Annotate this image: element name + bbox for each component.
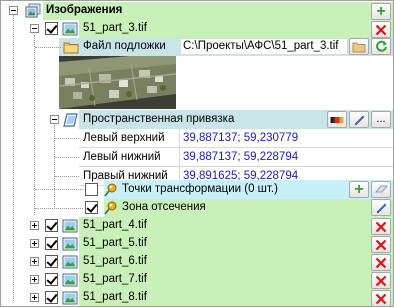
tree-node-image[interactable]: 51_part_6.tif xyxy=(1,253,393,271)
image-icon xyxy=(62,254,78,270)
image-thumbnail xyxy=(59,56,176,109)
background-file-row: Файл подложки C:\Проекты\АФС\51_part_3.t… xyxy=(1,38,393,56)
corner-row-bottom-left: Левый нижний 39,887137; 59,228794 xyxy=(1,148,393,167)
tree-node-root[interactable]: Изображения + xyxy=(1,2,393,20)
georef-label: Пространственная привязка xyxy=(83,113,235,125)
browse-file-button[interactable] xyxy=(349,38,369,55)
add-point-button[interactable]: + xyxy=(349,181,369,198)
delete-icon xyxy=(375,293,387,304)
delete-icon xyxy=(375,221,387,232)
expand-toggle[interactable] xyxy=(30,293,39,302)
transform-points-checkbox[interactable] xyxy=(85,183,98,196)
image-icon xyxy=(62,21,78,37)
edit-georef-button[interactable] xyxy=(349,111,369,128)
visibility-checkbox[interactable] xyxy=(45,291,58,304)
transform-points-node[interactable]: Точки трансформации (0 шт.) + xyxy=(1,180,393,199)
image-icon xyxy=(62,272,78,288)
pencil-icon xyxy=(376,203,386,214)
visibility-checkbox[interactable] xyxy=(45,219,58,232)
clip-zone-label: Зона отсечения xyxy=(122,201,206,213)
corner-row-top-left: Левый верхний 39,887137; 59,230779 xyxy=(1,129,393,148)
expand-toggle[interactable] xyxy=(30,275,39,284)
pencil-icon xyxy=(354,115,364,126)
delete-icon xyxy=(375,275,387,286)
image-file-name: 51_part_8.tif xyxy=(83,291,147,303)
image-icon xyxy=(62,290,78,306)
eraser-icon xyxy=(374,185,388,192)
add-image-button[interactable]: + xyxy=(371,3,391,20)
background-file-label: Файл подложки xyxy=(83,40,166,52)
tree-node-image[interactable]: 51_part_5.tif xyxy=(1,235,393,253)
delete-icon xyxy=(375,24,387,35)
delete-icon xyxy=(375,257,387,268)
tree-node-image[interactable]: 51_part_4.tif xyxy=(1,217,393,235)
delete-image-button[interactable] xyxy=(371,21,391,38)
delete-image-button[interactable] xyxy=(371,254,391,271)
image-file-name: 51_part_4.tif xyxy=(83,219,147,231)
corner-label: Левый нижний xyxy=(83,151,161,163)
visibility-checkbox[interactable] xyxy=(45,22,58,35)
edit-clip-zone-button[interactable] xyxy=(371,199,391,216)
visibility-checkbox[interactable] xyxy=(45,237,58,250)
delete-image-button[interactable] xyxy=(371,272,391,289)
collapse-toggle[interactable] xyxy=(9,6,18,15)
add-icon: + xyxy=(354,180,364,198)
refresh-icon xyxy=(375,40,387,52)
delete-image-button[interactable] xyxy=(371,236,391,253)
visibility-checkbox[interactable] xyxy=(45,255,58,268)
tree-node-image[interactable]: 51_part_8.tif xyxy=(1,289,393,306)
image-icon xyxy=(62,236,78,252)
expand-toggle[interactable] xyxy=(30,221,39,230)
ruler-icon xyxy=(330,116,344,123)
georef-icon xyxy=(63,112,79,128)
refresh-button[interactable] xyxy=(371,38,391,55)
expand-toggle[interactable] xyxy=(30,257,39,266)
corner-label: Левый верхний xyxy=(83,132,165,144)
add-icon: + xyxy=(376,2,386,20)
image-icon xyxy=(62,218,78,234)
collapse-toggle[interactable] xyxy=(30,24,39,33)
image-file-name: 51_part_5.tif xyxy=(83,237,147,249)
delete-image-button[interactable] xyxy=(371,218,391,235)
image-file-name: 51_part_6.tif xyxy=(83,255,147,267)
pushpin-icon xyxy=(102,200,118,216)
transform-points-label: Точки трансформации (0 шт.) xyxy=(122,183,278,195)
root-label: Изображения xyxy=(46,4,123,16)
delete-image-button[interactable] xyxy=(371,290,391,306)
tree-node-image[interactable]: 51_part_3.tif xyxy=(1,20,393,38)
folder-icon xyxy=(63,39,79,55)
tree-node-image[interactable]: 51_part_7.tif xyxy=(1,271,393,289)
clip-zone-node[interactable]: Зона отсечения xyxy=(1,199,393,217)
image-file-name: 51_part_3.tif xyxy=(83,22,147,34)
collapse-toggle[interactable] xyxy=(50,115,59,124)
more-label: ... xyxy=(376,113,386,125)
folder-browse-icon xyxy=(352,42,366,52)
image-file-name: 51_part_7.tif xyxy=(83,273,147,285)
background-file-path[interactable]: C:\Проекты\АФС\51_part_3.tif xyxy=(181,39,347,54)
images-folder-icon xyxy=(25,3,41,19)
corner-value[interactable]: 39,887137; 59,228794 xyxy=(183,151,298,163)
clip-zone-checkbox[interactable] xyxy=(85,201,98,214)
expand-toggle[interactable] xyxy=(30,239,39,248)
delete-icon xyxy=(375,239,387,250)
thumbnail-area xyxy=(59,56,393,112)
more-options-button[interactable]: ... xyxy=(371,111,391,128)
pushpin-icon xyxy=(102,182,118,198)
ruler-button[interactable] xyxy=(327,111,347,128)
images-tree-panel: Изображения + 51_part_3.tif Файл подложк… xyxy=(0,0,394,307)
eraser-button[interactable] xyxy=(371,181,391,198)
visibility-checkbox[interactable] xyxy=(45,273,58,286)
georef-node[interactable]: Пространственная привязка ... xyxy=(1,110,393,129)
corner-value[interactable]: 39,887137; 59,230779 xyxy=(183,132,298,144)
